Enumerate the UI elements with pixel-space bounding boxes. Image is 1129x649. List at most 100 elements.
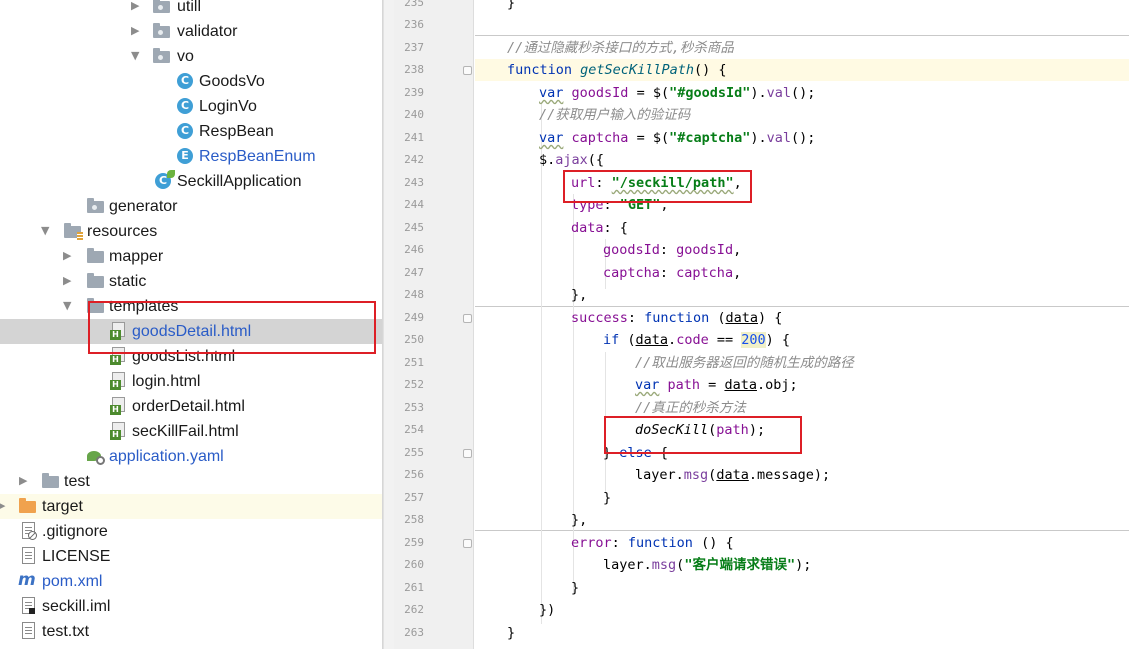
code-token: ajax [555, 152, 588, 168]
tree-item-gitignore[interactable]: .gitignore [0, 519, 382, 544]
expand-arrow-icon[interactable]: ▶ [131, 24, 143, 38]
tree-item-test[interactable]: ▶ test [0, 469, 382, 494]
line-number: 263 [404, 626, 424, 639]
tree-item-static[interactable]: ▶ static [0, 269, 382, 294]
code-line-253[interactable]: //真正的秒杀方法 [475, 397, 1129, 419]
project-tree[interactable]: ▶ utill ▶ validator ▼ vo C GoodsVo C Log… [0, 0, 383, 649]
tree-item-label: RespBean [199, 123, 274, 140]
code-line-241[interactable]: var captcha = $("#captcha").val(); [475, 127, 1129, 149]
class-icon: C [175, 96, 195, 116]
tree-item-resources[interactable]: ▼ resources [0, 219, 382, 244]
tree-item-mapper[interactable]: ▶ mapper [0, 244, 382, 269]
code-line-246[interactable]: goodsId: goodsId, [475, 239, 1129, 261]
code-line-251[interactable]: //取出服务器返回的随机生成的路径 [475, 352, 1129, 374]
code-line-248[interactable]: }, [475, 284, 1129, 306]
code-line-245[interactable]: data: { [475, 217, 1129, 239]
code-line-249[interactable]: success: function (data) { [475, 307, 1129, 329]
fold-marker-icon[interactable] [463, 449, 472, 458]
code-line-260[interactable]: layer.msg("客户端请求错误"); [475, 554, 1129, 576]
code-line-255[interactable]: } else { [475, 442, 1129, 464]
code-line-262[interactable]: }) [475, 599, 1129, 621]
code-line-259[interactable]: error: function () { [475, 532, 1129, 554]
line-number: 240 [404, 108, 424, 121]
code-token: path [716, 422, 749, 438]
tree-item-seckill-iml[interactable]: seckill.iml [0, 594, 382, 619]
line-number: 258 [404, 513, 424, 526]
tree-item-license[interactable]: LICENSE [0, 544, 382, 569]
maven-icon: m [18, 570, 36, 590]
line-number: 251 [404, 356, 424, 369]
resources-folder-icon [63, 221, 83, 241]
line-number: 242 [404, 153, 424, 166]
code-line-263[interactable]: } [475, 622, 1129, 644]
tree-item-login-html[interactable]: H login.html [0, 369, 382, 394]
tree-item-pom-xml[interactable]: m pom.xml [0, 569, 382, 594]
collapse-arrow-icon[interactable]: ▼ [131, 49, 143, 63]
code-line-247[interactable]: captcha: captcha, [475, 262, 1129, 284]
tree-item-templates[interactable]: ▼ templates [0, 294, 382, 319]
tree-item-label: SeckillApplication [177, 173, 302, 190]
code-token: var [539, 85, 564, 101]
fold-marker-icon[interactable] [463, 314, 472, 323]
code-line-250[interactable]: if (data.code == 200) { [475, 329, 1129, 351]
code-token: : [627, 310, 645, 326]
collapse-arrow-icon[interactable]: ▼ [63, 299, 75, 313]
expand-arrow-icon[interactable]: ▶ [0, 499, 9, 513]
line-number: 245 [404, 221, 424, 234]
code-line-252[interactable]: var path = data.obj; [475, 374, 1129, 396]
code-line-261[interactable]: } [475, 577, 1129, 599]
code-line-243[interactable]: url: "/seckill/path", [475, 172, 1129, 194]
expand-arrow-icon[interactable]: ▶ [19, 474, 31, 488]
code-token-group: var goodsId = $("#goodsId").val(); [539, 82, 815, 104]
tree-item-seckillapplication[interactable]: C SeckillApplication [0, 169, 382, 194]
tree-item-goodsdetail-html[interactable]: H goodsDetail.html [0, 319, 382, 344]
tree-item-label: LICENSE [42, 548, 111, 565]
tree-item-label: pom.xml [42, 573, 103, 590]
code-line-257[interactable]: } [475, 487, 1129, 509]
tree-item-utill[interactable]: ▶ utill [0, 0, 382, 19]
code-line-256[interactable]: layer.msg(data.message); [475, 464, 1129, 486]
code-token: val [766, 130, 792, 146]
tree-item-validator[interactable]: ▶ validator [0, 19, 382, 44]
tree-item-goodsvo[interactable]: C GoodsVo [0, 69, 382, 94]
code-token: 200 [741, 332, 766, 348]
code-token: , [733, 175, 742, 191]
code-token: data [716, 467, 749, 483]
code-line-239[interactable]: var goodsId = $("#goodsId").val(); [475, 82, 1129, 104]
tree-item-loginvo[interactable]: C LoginVo [0, 94, 382, 119]
tree-item-orderdetail-html[interactable]: H orderDetail.html [0, 394, 382, 419]
code-token-group: error: function () { [571, 532, 734, 554]
fold-marker-icon[interactable] [463, 539, 472, 548]
tree-item-application-yaml[interactable]: application.yaml [0, 444, 382, 469]
tree-item-test-txt[interactable]: test.txt [0, 619, 382, 644]
code-token-group: layer.msg("客户端请求错误"); [603, 554, 811, 576]
tree-scrollbar[interactable] [383, 0, 394, 649]
tree-item-respbean[interactable]: C RespBean [0, 119, 382, 144]
code-line-235[interactable]: } [475, 0, 1129, 14]
code-line-258[interactable]: }, [475, 509, 1129, 531]
code-line-236[interactable] [475, 14, 1129, 36]
tree-item-seckillfail-html[interactable]: H secKillFail.html [0, 419, 382, 444]
tree-item-respbeanenum[interactable]: E RespBeanEnum [0, 144, 382, 169]
line-number: 254 [404, 423, 424, 436]
collapse-arrow-icon[interactable]: ▼ [41, 224, 53, 238]
code-line-238[interactable]: function getSecKillPath() { [475, 59, 1129, 81]
code-line-240[interactable]: //获取用户输入的验证码 [475, 104, 1129, 126]
tree-item-target[interactable]: ▶ target [0, 494, 382, 519]
tree-item-goodslist-html[interactable]: H goodsList.html [0, 344, 382, 369]
expand-arrow-icon[interactable]: ▶ [63, 249, 75, 263]
code-token: url [571, 175, 596, 191]
tree-item-generator[interactable]: generator [0, 194, 382, 219]
expand-arrow-icon[interactable]: ▶ [63, 274, 75, 288]
code-line-244[interactable]: type: "GET", [475, 194, 1129, 216]
code-token: "GET" [619, 197, 661, 213]
tree-item-vo[interactable]: ▼ vo [0, 44, 382, 69]
tree-item-label: templates [109, 298, 179, 315]
code-line-242[interactable]: $.ajax({ [475, 149, 1129, 171]
code-line-237[interactable]: //通过隐藏秒杀接口的方式,秒杀商品 [475, 37, 1129, 59]
expand-arrow-icon[interactable]: ▶ [131, 0, 143, 13]
code-line-254[interactable]: doSecKill(path); [475, 419, 1129, 441]
code-token: captcha [571, 130, 629, 146]
fold-marker-icon[interactable] [463, 66, 472, 75]
code-token: type [571, 197, 604, 213]
